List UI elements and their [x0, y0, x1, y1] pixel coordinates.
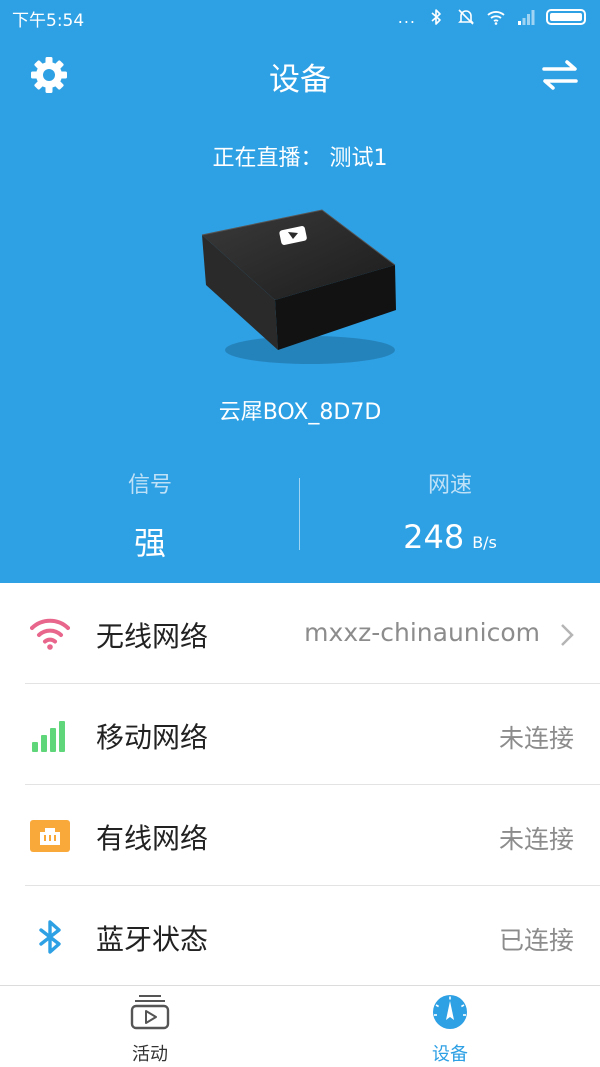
bluetooth-icon	[39, 920, 61, 954]
speed-value-group: 248 B/s	[403, 518, 497, 556]
chevron-right-icon	[561, 624, 574, 646]
speed-unit: B/s	[472, 533, 497, 552]
device-gauge-icon	[433, 995, 467, 1029]
list-item-value: mxxz-chinaunicom	[304, 618, 540, 647]
activity-icon	[130, 995, 170, 1030]
signal-value: 强	[133, 524, 166, 562]
list-item-label: 移动网络	[96, 721, 209, 754]
list-item-label: 无线网络	[96, 620, 209, 653]
list-item-bluetooth[interactable]: 蓝牙状态 已连接	[0, 886, 600, 987]
list-item-label: 有线网络	[96, 822, 209, 855]
signal-label: 信号	[127, 473, 172, 498]
battery-icon	[546, 9, 586, 25]
speed-stat: 网速 248 B/s	[300, 470, 600, 556]
bottom-tab-bar: 活动 设备	[0, 985, 600, 1067]
list-item-value: 已连接	[498, 926, 574, 955]
list-item-value: 未连接	[498, 724, 574, 753]
tab-activity[interactable]: 活动	[0, 986, 300, 1067]
live-stream-name: 测试1	[329, 146, 388, 171]
device-name: 云犀BOX_8D7D	[218, 400, 382, 425]
tab-label: 设备	[432, 1044, 468, 1065]
wifi-icon	[30, 618, 70, 650]
speed-value: 248	[403, 518, 465, 556]
cell-signal-icon	[32, 721, 65, 752]
status-bar: 下午5:54 ...	[0, 0, 600, 34]
list-item-cellular[interactable]: 移动网络 未连接	[0, 684, 600, 785]
notification-dots: ...	[397, 7, 416, 27]
list-item-ethernet[interactable]: 有线网络 未连接	[0, 785, 600, 886]
cell-signal-icon	[518, 10, 535, 25]
top-nav-bar: 设备	[0, 40, 600, 110]
switch-arrows-icon[interactable]	[540, 58, 580, 92]
page-title: 设备	[269, 62, 331, 98]
speed-label: 网速	[427, 473, 472, 498]
tab-label: 活动	[132, 1044, 168, 1065]
mute-icon	[458, 9, 474, 25]
wifi-icon	[487, 11, 505, 25]
bluetooth-icon	[431, 9, 441, 25]
list-item-value: 未连接	[498, 825, 574, 854]
status-icons: ...	[398, 5, 586, 29]
ethernet-icon	[30, 820, 70, 852]
live-label: 正在直播：	[212, 146, 323, 171]
list-item-label: 蓝牙状态	[96, 923, 209, 956]
status-time: 下午5:54	[12, 11, 85, 31]
device-box-image	[201, 209, 396, 364]
tab-device[interactable]: 设备	[300, 986, 600, 1067]
list-item-wifi[interactable]: 无线网络 mxxz-chinaunicom	[0, 583, 600, 684]
signal-stat: 信号 强	[0, 470, 300, 564]
device-hero-panel: 下午5:54 ... 设备 正在直播： 测试1 云犀BOX_8D7D 信号 强 …	[0, 0, 600, 583]
live-status: 正在直播： 测试1	[0, 140, 600, 172]
network-list: 无线网络 mxxz-chinaunicom 移动网络 未连接 有线网络 未连接	[0, 583, 600, 987]
device-stats: 信号 强 网速 248 B/s	[0, 470, 600, 562]
